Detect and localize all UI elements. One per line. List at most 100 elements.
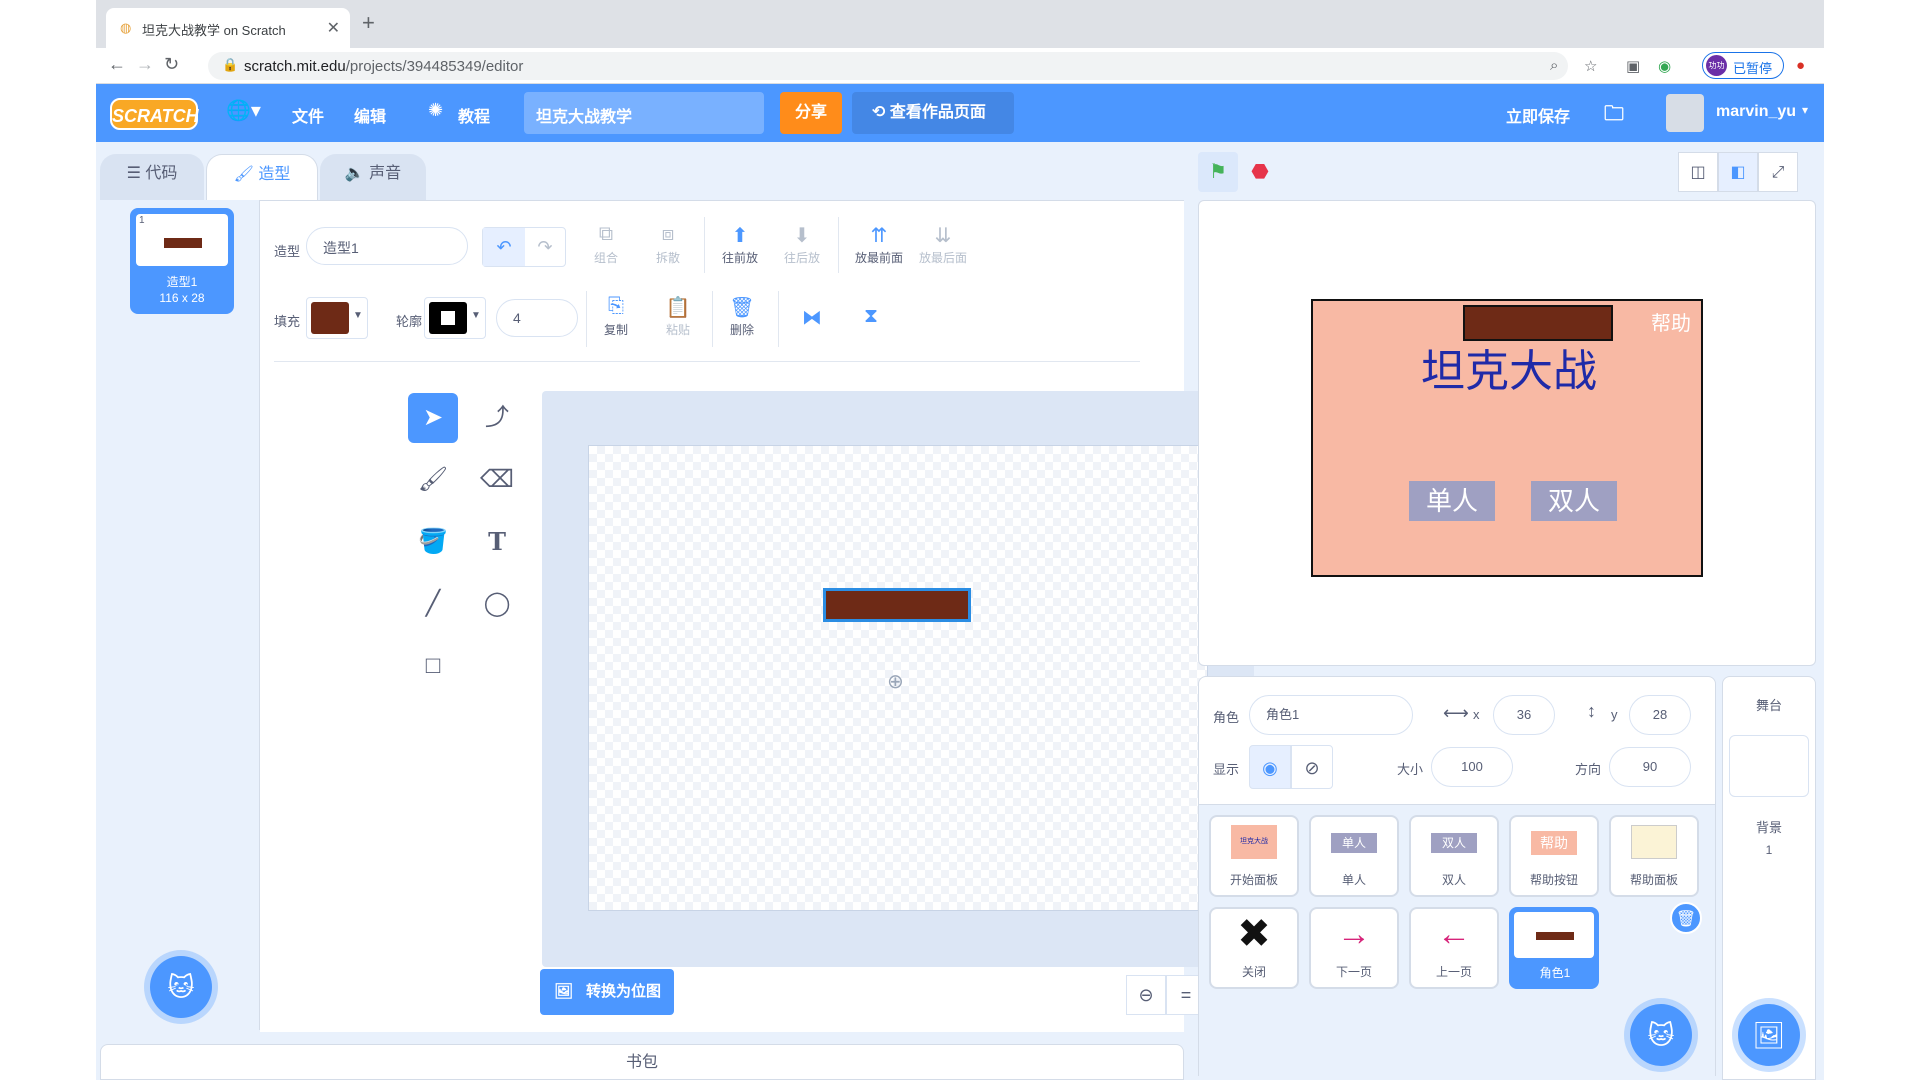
delete-button[interactable]: 🗑 删除 [722,295,762,338]
costume-name-label: 造型 [274,244,301,259]
redo-icon[interactable]: ↷ [525,228,565,266]
tab-sounds[interactable]: 🔈 声音 [320,154,426,200]
paint-editor: 造型 造型1 ↶ ↷ ⧉ 组合 ⧈ 拆散 ⬆ 往前放 ⬇ 往后放 ⇈ 放最前面 ⇊ 放最后面… [260,200,1254,1032]
backward-button[interactable]: ⬇ 往后放 [774,223,830,266]
menu-tutorials[interactable]: 教程 [458,103,490,127]
select-tool-icon[interactable]: ➤ [408,393,458,443]
reshape-tool-icon[interactable]: ⤴ [472,393,522,443]
flip-vertical-icon[interactable]: ⧗ [864,305,878,328]
front-button[interactable]: ⇈ 放最前面 [848,223,910,266]
sprite-tile[interactable]: 双人 双人 [1409,815,1499,897]
paste-button[interactable]: 📋 粘贴 [658,295,698,338]
backdrops-label: 背景 [1755,820,1782,835]
outline-width-input[interactable]: 4 [496,299,578,337]
see-project-page-button[interactable]: ⟲ 查看作品页面 [852,92,1014,134]
tab-sounds-label: 声音 [369,165,402,182]
sprite-thumbnail [1514,912,1594,958]
group-button[interactable]: ⧉ 组合 [586,223,626,266]
browser-tab[interactable]: ◍ 坦克大战教学 on Scratch ✕ [106,8,350,48]
circle-tool-icon[interactable]: ◯ [472,579,522,629]
size-input[interactable]: 100 [1431,747,1513,787]
menu-edit[interactable]: 编辑 [354,103,386,127]
delete-sprite-icon[interactable]: 🗑 [1670,902,1702,934]
add-costume-button[interactable]: 🐱 [150,956,212,1018]
costume-item[interactable]: 1 造型1 116 x 28 [130,208,234,314]
fill-tool-icon[interactable]: 🪣 [408,517,458,567]
undo-icon[interactable]: ↶ [483,228,525,266]
back-button[interactable]: ⇊ 放最后面 [912,223,974,266]
sprite-tile[interactable]: 帮助面板 [1609,815,1699,897]
copy-button[interactable]: ⎘ 复制 [596,295,636,338]
extension-icon[interactable]: ▣ [1626,57,1640,75]
outline-color-picker[interactable]: ▼ [424,297,486,339]
extension-2-icon[interactable]: ◉ [1658,57,1671,75]
new-tab-icon[interactable]: + [362,12,375,34]
costume-name-input[interactable]: 造型1 [306,227,468,265]
small-stage-icon[interactable]: ◫ [1678,152,1718,192]
menu-file[interactable]: 文件 [292,103,324,127]
forward-icon[interactable]: → [136,54,154,75]
x-input[interactable]: 36 [1493,695,1555,735]
sprite-tile[interactable]: → 下一页 [1309,907,1399,989]
hide-eye-icon[interactable]: ⊘ [1291,745,1333,789]
see-project-page-label: 查看作品页面 [889,104,986,121]
green-flag-icon[interactable]: ⚑ [1198,152,1238,192]
language-globe-icon[interactable]: 🌐▾ [226,98,261,123]
fill-label: 填充 [274,314,301,329]
sprite-tile[interactable]: 坦克大战 开始面板 [1209,815,1299,897]
flip-horizontal-icon[interactable]: ⧓ [802,305,822,330]
profile-button[interactable]: 功功 已暂停 [1702,52,1784,79]
tab-costumes[interactable]: 🖌 造型 [206,154,318,200]
share-button[interactable]: 分享 [780,92,842,134]
sprite-tile-selected[interactable]: 角色1 [1509,907,1599,989]
direction-input[interactable]: 90 [1609,747,1691,787]
selected-rectangle-shape[interactable] [823,588,971,622]
tab-code[interactable]: ☰ 代码 [100,154,204,200]
forward-button[interactable]: ⬆ 往前放 [712,223,768,266]
scratch-logo[interactable]: SCRATCH [110,98,199,130]
paint-canvas[interactable]: ⊕ [588,445,1208,911]
tab-code-label: 代码 [145,165,178,182]
normal-stage-icon[interactable]: ◧ [1718,152,1758,192]
project-title-input[interactable]: 坦克大战教学 [524,92,764,134]
stage[interactable]: 帮助 坦克大战 单人 双人 [1198,200,1816,666]
line-tool-icon[interactable]: ╱ [408,579,458,629]
costume-number: 1 [139,215,145,226]
sprite-tile[interactable]: 单人 单人 [1309,815,1399,897]
close-tab-icon[interactable]: ✕ [327,18,340,38]
address-bar[interactable]: 🔒 scratch.mit.edu/projects/394485349/edi… [208,52,1568,80]
my-stuff-folder-icon[interactable]: 🗀 [1604,99,1624,133]
fill-color-picker[interactable]: ▼ [306,297,368,339]
scratch-window: ◍ 坦克大战教学 on Scratch ✕ + ← → ↻ 🔒 scratch.… [96,0,1824,1080]
sprite-name-input[interactable]: 角色1 [1249,695,1413,735]
profile-avatar: 功功 [1706,55,1727,76]
extension-3-icon[interactable]: ● [1796,57,1805,74]
reload-icon[interactable]: ↻ [164,54,179,75]
fullscreen-icon[interactable]: ⤢ [1758,152,1798,192]
bookmark-star-icon[interactable]: ☆ [1584,57,1597,75]
brush-tool-icon[interactable]: 🖌 [408,455,458,505]
front-label: 放最前面 [854,251,903,265]
group-label: 组合 [593,251,618,265]
add-sprite-button[interactable]: 🐱 [1630,1004,1692,1066]
sprite-tile[interactable]: ← 上一页 [1409,907,1499,989]
rectangle-tool-icon[interactable]: □ [408,641,458,691]
sprite-tile[interactable]: 帮助 帮助按钮 [1509,815,1599,897]
tutorials-bulb-icon[interactable]: ✺ [428,100,443,121]
convert-to-bitmap-button[interactable]: 🖼 转换为位图 [540,969,674,1015]
add-backdrop-button[interactable]: 🖼 [1738,1004,1800,1066]
text-tool-icon[interactable]: T [472,517,522,567]
backpack[interactable]: 书包 [100,1044,1184,1080]
size-label: 大小 [1397,762,1424,777]
account-menu[interactable]: marvin_yu ▾ [1666,92,1816,134]
back-icon[interactable]: ← [108,54,126,75]
stop-icon[interactable]: ⬣ [1240,152,1280,192]
sprite-tile[interactable]: ✖ 关闭 [1209,907,1299,989]
eraser-tool-icon[interactable]: ⌫ [472,455,522,505]
show-eye-icon[interactable]: ◉ [1249,745,1291,789]
y-input[interactable]: 28 [1629,695,1691,735]
zoom-out-icon[interactable]: ⊖ [1126,975,1166,1015]
zoom-icon[interactable]: ⌕ [1550,57,1558,74]
ungroup-button[interactable]: ⧈ 拆散 [648,223,688,266]
save-now-button[interactable]: 立即保存 [1506,103,1570,127]
